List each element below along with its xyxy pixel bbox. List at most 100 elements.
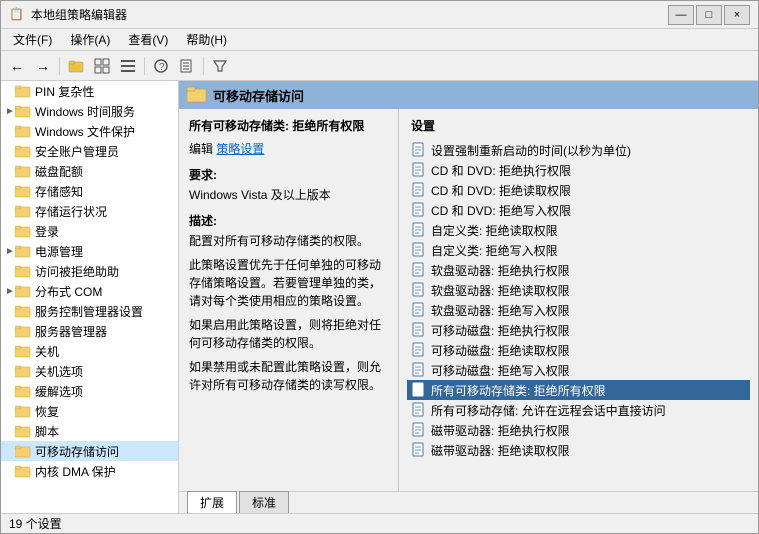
- policy-edit-link[interactable]: 策略设置: [216, 142, 264, 156]
- menu-action[interactable]: 操作(A): [62, 29, 118, 50]
- menu-file[interactable]: 文件(F): [5, 29, 60, 50]
- settings-item-label: CD 和 DVD: 拒绝写入权限: [431, 202, 571, 219]
- settings-item[interactable]: 设置强制重新启动的时间(以秒为单位): [407, 140, 750, 160]
- expand-placeholder-14: [5, 366, 15, 377]
- folder-icon-shutdownopts: [15, 363, 31, 379]
- expand-arrow-dcom[interactable]: ►: [5, 286, 15, 297]
- status-text: 19 个设置: [9, 515, 62, 532]
- close-button[interactable]: ×: [724, 5, 750, 25]
- settings-item[interactable]: CD 和 DVD: 拒绝读取权限: [407, 180, 750, 200]
- up-button[interactable]: [64, 55, 88, 77]
- menu-bar: 文件(F) 操作(A) 查看(V) 帮助(H): [1, 29, 758, 51]
- settings-item[interactable]: 可移动磁盘: 拒绝执行权限: [407, 320, 750, 340]
- settings-item[interactable]: 可移动磁盘: 拒绝写入权限: [407, 360, 750, 380]
- folder-icon-recovery: [15, 403, 31, 419]
- doc-icon: [411, 402, 427, 418]
- settings-item-label: 可移动磁盘: 拒绝读取权限: [431, 342, 570, 359]
- sidebar-item-mitigation[interactable]: 缓解选项: [1, 381, 178, 401]
- sidebar-item-recovery[interactable]: 恢复: [1, 401, 178, 421]
- sidebar-label-recovery: 恢复: [35, 403, 59, 420]
- sidebar-item-diskquota[interactable]: 磁盘配额: [1, 161, 178, 181]
- sidebar-item-accessdenied[interactable]: 访问被拒绝助助: [1, 261, 178, 281]
- back-button[interactable]: ←: [5, 55, 29, 77]
- folder-icon-removable: [15, 443, 31, 459]
- settings-item-label: 可移动磁盘: 拒绝执行权限: [431, 322, 570, 339]
- folder-up-icon: [68, 58, 84, 74]
- expand-placeholder-7: [5, 226, 15, 237]
- folder-svg-sdo: [15, 364, 31, 378]
- sidebar-item-dcom[interactable]: ► 分布式 COM: [1, 281, 178, 301]
- folder-svg: [15, 84, 31, 98]
- req-value: Windows Vista 及以上版本: [189, 186, 388, 204]
- settings-item[interactable]: 可移动磁盘: 拒绝读取权限: [407, 340, 750, 360]
- settings-item[interactable]: 软盘驱动器: 拒绝执行权限: [407, 260, 750, 280]
- expand-placeholder-17: [5, 426, 15, 437]
- sidebar-item-scm[interactable]: 服务控制管理器设置: [1, 301, 178, 321]
- sidebar-label-removable: 可移动存储访问: [35, 443, 119, 460]
- menu-help[interactable]: 帮助(H): [178, 29, 235, 50]
- sidebar-item-login[interactable]: 登录: [1, 221, 178, 241]
- sidebar-item-power[interactable]: ► 电源管理: [1, 241, 178, 261]
- settings-item[interactable]: 磁带驱动器: 拒绝读取权限: [407, 440, 750, 460]
- desc-text3: 如果启用此策略设置，则将拒绝对任何可移动存储类的权限。: [189, 316, 388, 352]
- sidebar-item-storagehealth[interactable]: 存储运行状况: [1, 201, 178, 221]
- sidebar-label-servermgr: 服务器管理器: [35, 323, 107, 340]
- settings-item[interactable]: 自定义类: 拒绝写入权限: [407, 240, 750, 260]
- export-icon: [179, 58, 195, 74]
- view-btn[interactable]: [90, 55, 114, 77]
- sidebar-item-servermgr[interactable]: 服务器管理器: [1, 321, 178, 341]
- folder-svg-mi: [15, 384, 31, 398]
- settings-item[interactable]: CD 和 DVD: 拒绝写入权限: [407, 200, 750, 220]
- expand-placeholder-3: [5, 146, 15, 157]
- doc-icon: [411, 442, 427, 458]
- sidebar-label-shutdownopts: 关机选项: [35, 363, 83, 380]
- doc-svg: [412, 382, 426, 398]
- settings-item[interactable]: 自定义类: 拒绝读取权限: [407, 220, 750, 240]
- sidebar-item-winfile[interactable]: Windows 文件保护: [1, 121, 178, 141]
- folder-icon-security: [15, 143, 31, 159]
- sidebar-item-wintime[interactable]: ► Windows 时间服务: [1, 101, 178, 121]
- sidebar-item-shutdownopts[interactable]: 关机选项: [1, 361, 178, 381]
- folder-svg-wintime: [15, 104, 31, 118]
- sidebar-item-removable[interactable]: 可移动存储访问: [1, 441, 178, 461]
- tab-standard[interactable]: 标准: [239, 491, 289, 513]
- filter-icon: [212, 58, 228, 74]
- sidebar-item-security[interactable]: 安全账户管理员: [1, 141, 178, 161]
- maximize-button[interactable]: □: [696, 5, 722, 25]
- settings-item[interactable]: 所有可移动存储类: 拒绝所有权限: [407, 380, 750, 400]
- settings-item[interactable]: 软盘驱动器: 拒绝写入权限: [407, 300, 750, 320]
- folder-svg-lg: [15, 224, 31, 238]
- sidebar-item-storage[interactable]: 存储感知: [1, 181, 178, 201]
- sidebar-item-shutdown[interactable]: 关机: [1, 341, 178, 361]
- settings-item[interactable]: 磁带驱动器: 拒绝执行权限: [407, 420, 750, 440]
- settings-item-label: 自定义类: 拒绝读取权限: [431, 222, 558, 239]
- folder-icon: [15, 83, 31, 99]
- sidebar-item-scripts[interactable]: 脚本: [1, 421, 178, 441]
- expand-arrow-power[interactable]: ►: [5, 246, 15, 257]
- settings-label: 设置: [407, 115, 750, 136]
- sidebar-item-dma[interactable]: 内核 DMA 保护: [1, 461, 178, 481]
- minimize-button[interactable]: —: [668, 5, 694, 25]
- title-bar-left: 📋 本地组策略编辑器: [9, 6, 127, 23]
- forward-button[interactable]: →: [31, 55, 55, 77]
- doc-icon: [411, 342, 427, 358]
- expand-arrow-wintime[interactable]: ►: [5, 106, 15, 117]
- tab-expand[interactable]: 扩展: [187, 491, 237, 513]
- settings-item[interactable]: 软盘驱动器: 拒绝读取权限: [407, 280, 750, 300]
- grid-icon: [94, 58, 110, 74]
- sidebar-label-accessdenied: 访问被拒绝助助: [35, 263, 119, 280]
- desc-text1: 配置对所有可移动存储类的权限。: [189, 232, 388, 250]
- sidebar-label-security: 安全账户管理员: [35, 143, 119, 160]
- window-title: 本地组策略编辑器: [31, 6, 127, 23]
- menu-view[interactable]: 查看(V): [120, 29, 176, 50]
- sidebar-item-pin[interactable]: PIN 复杂性: [1, 81, 178, 101]
- filter-btn[interactable]: [208, 55, 232, 77]
- export-btn[interactable]: [175, 55, 199, 77]
- help-btn[interactable]: ?: [149, 55, 173, 77]
- doc-icon: [411, 382, 427, 398]
- list-btn[interactable]: [116, 55, 140, 77]
- settings-item-label: 软盘驱动器: 拒绝读取权限: [431, 282, 570, 299]
- folder-svg-rem: [15, 444, 31, 458]
- settings-item[interactable]: 所有可移动存储: 允许在远程会话中直接访问: [407, 400, 750, 420]
- settings-item[interactable]: CD 和 DVD: 拒绝执行权限: [407, 160, 750, 180]
